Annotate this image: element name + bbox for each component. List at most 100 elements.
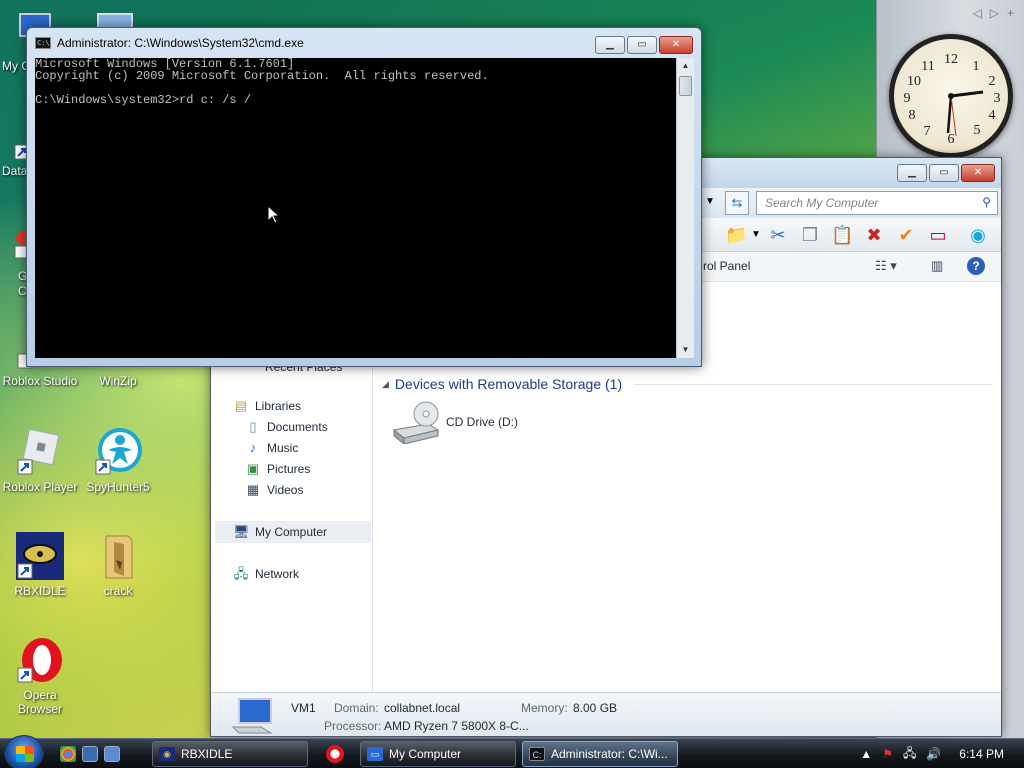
control-panel-button[interactable]: rol Panel (703, 259, 750, 273)
sidebar-add-gadget-button[interactable]: + (1007, 6, 1014, 20)
domain-value: collabnet.local (384, 701, 461, 715)
scroll-down-arrow-icon[interactable]: ▼ (677, 342, 694, 358)
svg-text:4: 4 (989, 108, 996, 123)
cmd-app-icon: C: (529, 747, 545, 761)
taskbar: ◉ RBXIDLE ▭ My Computer C: Administrator… (0, 735, 1024, 768)
opera-icon[interactable] (326, 745, 344, 763)
computer-icon (231, 698, 273, 734)
nav-item-recent-places[interactable]: Recent Places (265, 366, 342, 374)
svg-text:2: 2 (989, 74, 996, 89)
show-desktop-icon[interactable] (82, 746, 98, 762)
svg-text:1: 1 (973, 59, 980, 74)
chrome-icon[interactable] (60, 746, 76, 762)
group-header-label: Devices with Removable Storage (1) (394, 376, 623, 392)
switch-windows-icon[interactable] (104, 746, 120, 762)
globe-icon[interactable]: ◉ (967, 224, 989, 246)
tray-clock[interactable]: 6:14 PM (959, 747, 1004, 761)
taskbar-button-rbxidle[interactable]: ◉ RBXIDLE (152, 741, 308, 767)
group-header-removable-storage[interactable]: ◢ Devices with Removable Storage (1) (382, 376, 992, 392)
processor-value: AMD Ryzen 7 5800X 8-C... (384, 719, 529, 733)
console-output[interactable]: Microsoft Windows [Version 6.1.7601] Cop… (35, 58, 676, 358)
cmd-title-text: Administrator: C:\Windows\System32\cmd.e… (57, 36, 304, 50)
cmd-scrollbar[interactable]: ▲ ▼ (676, 58, 694, 358)
nav-label: Documents (267, 420, 328, 434)
desktop-icon-crack[interactable]: crack (78, 532, 158, 598)
drive-label: CD Drive (D:) (446, 415, 518, 429)
console-prompt-line[interactable]: C:\Windows\system32>rd c: /s / (35, 93, 251, 107)
close-button[interactable]: ✕ (961, 164, 995, 182)
taskbar-button-cmd[interactable]: C: Administrator: C:\Wi... (522, 741, 678, 767)
search-icon[interactable]: ⚲ (982, 195, 991, 209)
search-input[interactable]: Search My Computer ⚲ (756, 191, 998, 215)
cut-icon[interactable]: ✂ (767, 224, 789, 246)
memory-label: Memory: (521, 701, 568, 715)
desktop-icon-spyhunter[interactable]: SpyHunter5 (78, 428, 158, 494)
preview-pane-icon[interactable]: ▥ (931, 258, 943, 274)
taskbar-button-label: RBXIDLE (181, 747, 233, 761)
cd-drive-icon (392, 401, 440, 444)
memory-value: 8.00 GB (573, 701, 618, 715)
svg-text:7: 7 (924, 124, 931, 139)
sidebar-next-button[interactable]: ▷ (990, 6, 999, 20)
nav-item-network[interactable]: 🖧 Network (233, 564, 299, 584)
address-history-dropdown-icon[interactable]: ▼ (705, 196, 715, 207)
system-tray: ▲ ⚑ 🖧 🔊 6:14 PM (860, 739, 1024, 768)
computer-icon: ▭ (367, 747, 383, 761)
paste-icon[interactable]: 📋 (831, 224, 853, 246)
minimize-button[interactable]: ▁ (897, 164, 927, 182)
refresh-button[interactable]: ⇆ (725, 191, 749, 215)
scroll-up-arrow-icon[interactable]: ▲ (677, 58, 694, 74)
console-line: Copyright (c) 2009 Microsoft Corporation… (35, 69, 489, 83)
maximize-button[interactable]: ▭ (627, 36, 657, 54)
clock-gadget[interactable]: 12 1 2 3 45 6 78 9 10 11 (889, 34, 1013, 158)
volume-icon[interactable]: 🔊 (926, 747, 941, 761)
collapse-triangle-icon[interactable]: ◢ (382, 379, 389, 390)
nav-item-my-computer[interactable]: 🖥 My Computer (233, 522, 327, 542)
mouse-cursor-icon (267, 205, 281, 224)
copy-icon[interactable]: ❐ (799, 224, 821, 246)
desktop-icon-opera[interactable]: Opera Browser (0, 636, 80, 716)
properties-icon[interactable]: ▭ (927, 224, 949, 246)
cmd-window[interactable]: C:\ Administrator: C:\Windows\System32\c… (26, 27, 702, 367)
desktop-icon-label: Roblox Studio (2, 374, 78, 388)
nav-item-music[interactable]: ♪ Music (245, 438, 299, 458)
close-button[interactable]: ✕ (659, 36, 693, 54)
folder-options-icon[interactable]: 📁 (725, 224, 747, 246)
desktop-icon-rbxidle[interactable]: RBXIDLE (0, 532, 80, 598)
sidebar-prev-button[interactable]: ◁ (973, 6, 982, 20)
nav-item-videos[interactable]: ▦ Videos (245, 480, 304, 500)
network-icon: 🖧 (233, 566, 249, 581)
desktop-icon-label: Opera Browser (17, 688, 62, 716)
help-icon[interactable]: ? (967, 257, 985, 275)
desktop-label-data: Data (2, 164, 28, 178)
drive-item-cd[interactable]: CD Drive (D:) (392, 400, 518, 444)
cmd-app-icon: C:\ (35, 37, 51, 49)
network-status-icon[interactable]: 🖧 (903, 744, 916, 765)
pictures-icon: ▣ (246, 461, 260, 476)
start-button[interactable] (4, 735, 44, 768)
computer-name: VM1 (291, 701, 316, 715)
svg-text:5: 5 (974, 123, 981, 138)
delete-icon[interactable]: ✖ (863, 224, 885, 246)
views-icon[interactable]: ☷ ▾ (875, 258, 897, 274)
desktop-icon-roblox-player[interactable]: Roblox Player (0, 428, 80, 494)
check-icon[interactable]: ✔ (895, 224, 917, 246)
scroll-thumb[interactable] (679, 76, 692, 96)
minimize-button[interactable]: ▁ (595, 36, 625, 54)
processor-label: Processor: (324, 719, 382, 733)
show-hidden-icons-icon[interactable]: ▲ (860, 747, 872, 761)
nav-label: Recent Places (265, 366, 343, 374)
sidebar-controls: ◁ ▷ + (877, 0, 1024, 26)
maximize-button[interactable]: ▭ (929, 164, 959, 182)
security-alert-icon[interactable]: ⚑ (882, 747, 893, 761)
taskbar-button-my-computer[interactable]: ▭ My Computer (360, 741, 516, 767)
svg-text:6: 6 (948, 132, 955, 147)
nav-item-libraries[interactable]: ▤ Libraries (233, 396, 301, 416)
cmd-titlebar[interactable]: C:\ Administrator: C:\Windows\System32\c… (35, 36, 304, 50)
taskbar-button-label: My Computer (389, 747, 462, 761)
nav-label: Network (255, 567, 300, 581)
desktop-icon-label: SpyHunter5 (86, 480, 150, 494)
chevron-down-icon[interactable]: ▼ (745, 224, 767, 246)
nav-item-documents[interactable]: ▯ Documents (245, 417, 328, 437)
nav-item-pictures[interactable]: ▣ Pictures (245, 459, 311, 479)
